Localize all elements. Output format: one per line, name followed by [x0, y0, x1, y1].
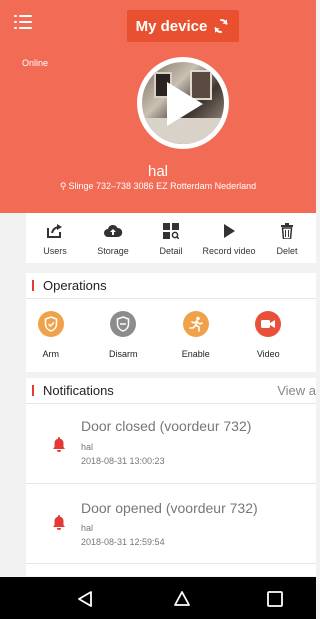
- view-all-link[interactable]: View a: [277, 383, 316, 398]
- operation-label: Disarm: [109, 349, 138, 359]
- location-pin-icon: ⚲: [59, 181, 67, 191]
- notification-time: 2018-08-31 12:59:54: [81, 537, 165, 547]
- play-icon[interactable]: [167, 82, 203, 126]
- shield-check-icon: [44, 316, 57, 332]
- notification-item[interactable]: Door closed (voordeur 732) hal 2018-08-3…: [26, 404, 316, 484]
- section-accent-bar: [32, 280, 34, 291]
- running-person-icon: [188, 316, 203, 332]
- notification-device: hal: [81, 523, 94, 533]
- operation-video[interactable]: Video: [244, 311, 294, 359]
- toolbar-label: Storage: [97, 246, 129, 256]
- address-text: Slinge 732–738 3086 EZ Rotterdam Nederla…: [68, 181, 257, 191]
- notifications-card: Notifications View a Door closed (voorde…: [26, 378, 316, 576]
- toolbar-delete[interactable]: Delet: [258, 213, 316, 263]
- play-triangle-icon: [224, 224, 235, 238]
- shield-minus-icon: [117, 316, 130, 332]
- camera-preview[interactable]: [137, 57, 229, 149]
- toolbar-label: Detail: [159, 246, 183, 256]
- operations-header: Operations: [26, 273, 316, 299]
- toolbar-detail[interactable]: Detail: [142, 213, 200, 263]
- operations-card: Operations Arm Disarm Enable Video: [26, 273, 316, 372]
- toolbar-record-video[interactable]: Record video: [200, 213, 258, 263]
- operation-label: Enable: [181, 349, 210, 359]
- toolbar-label: Record video: [202, 246, 256, 256]
- operation-arm[interactable]: Arm: [26, 311, 76, 359]
- notifications-title: Notifications: [43, 383, 114, 398]
- camera-thumbnail: [142, 62, 224, 144]
- device-address: ⚲ Slinge 732–738 3086 EZ Rotterdam Neder…: [0, 181, 316, 192]
- notifications-header: Notifications View a: [26, 378, 316, 404]
- toolbar-label: Users: [43, 246, 67, 256]
- device-toolbar: Users Storage Detail Record video Delet: [26, 213, 316, 263]
- toolbar-storage[interactable]: Storage: [84, 213, 142, 263]
- device-name: hal: [147, 163, 169, 180]
- toolbar-users[interactable]: Users: [26, 213, 84, 263]
- notification-device: hal: [81, 442, 94, 452]
- notification-title: Door closed (voordeur 732): [81, 418, 252, 434]
- operation-disarm[interactable]: Disarm: [99, 311, 149, 359]
- operation-enable[interactable]: Enable: [171, 311, 221, 359]
- section-accent-bar: [32, 385, 34, 396]
- title-box: My device: [127, 10, 239, 42]
- menu-icon[interactable]: [14, 14, 32, 30]
- back-triangle-icon[interactable]: [76, 590, 94, 608]
- bell-icon: [53, 437, 65, 452]
- video-camera-icon: [261, 320, 276, 328]
- share-icon: [47, 224, 62, 238]
- android-nav-bar: [0, 577, 316, 619]
- page-title: My device: [135, 17, 208, 35]
- connection-status: Online: [22, 58, 49, 68]
- bell-icon: [53, 515, 65, 530]
- detail-grid-icon: [163, 223, 179, 239]
- notification-title: Door opened (voordeur 732): [81, 500, 258, 516]
- operation-label: Video: [256, 349, 280, 359]
- device-header: My device Online hal ⚲ Slinge 732–738 30…: [0, 0, 316, 213]
- operation-label: Arm: [42, 349, 60, 359]
- toolbar-label: Delet: [276, 246, 298, 256]
- home-circle-icon[interactable]: [173, 590, 191, 608]
- recent-square-icon[interactable]: [266, 590, 284, 608]
- refresh-icon[interactable]: [212, 17, 230, 35]
- notification-time: 2018-08-31 13:00:23: [81, 456, 165, 466]
- cloud-upload-icon: [104, 224, 123, 237]
- trash-icon: [281, 223, 293, 239]
- operations-title: Operations: [43, 278, 107, 293]
- notification-item[interactable]: Door opened (voordeur 732) hal 2018-08-3…: [26, 484, 316, 564]
